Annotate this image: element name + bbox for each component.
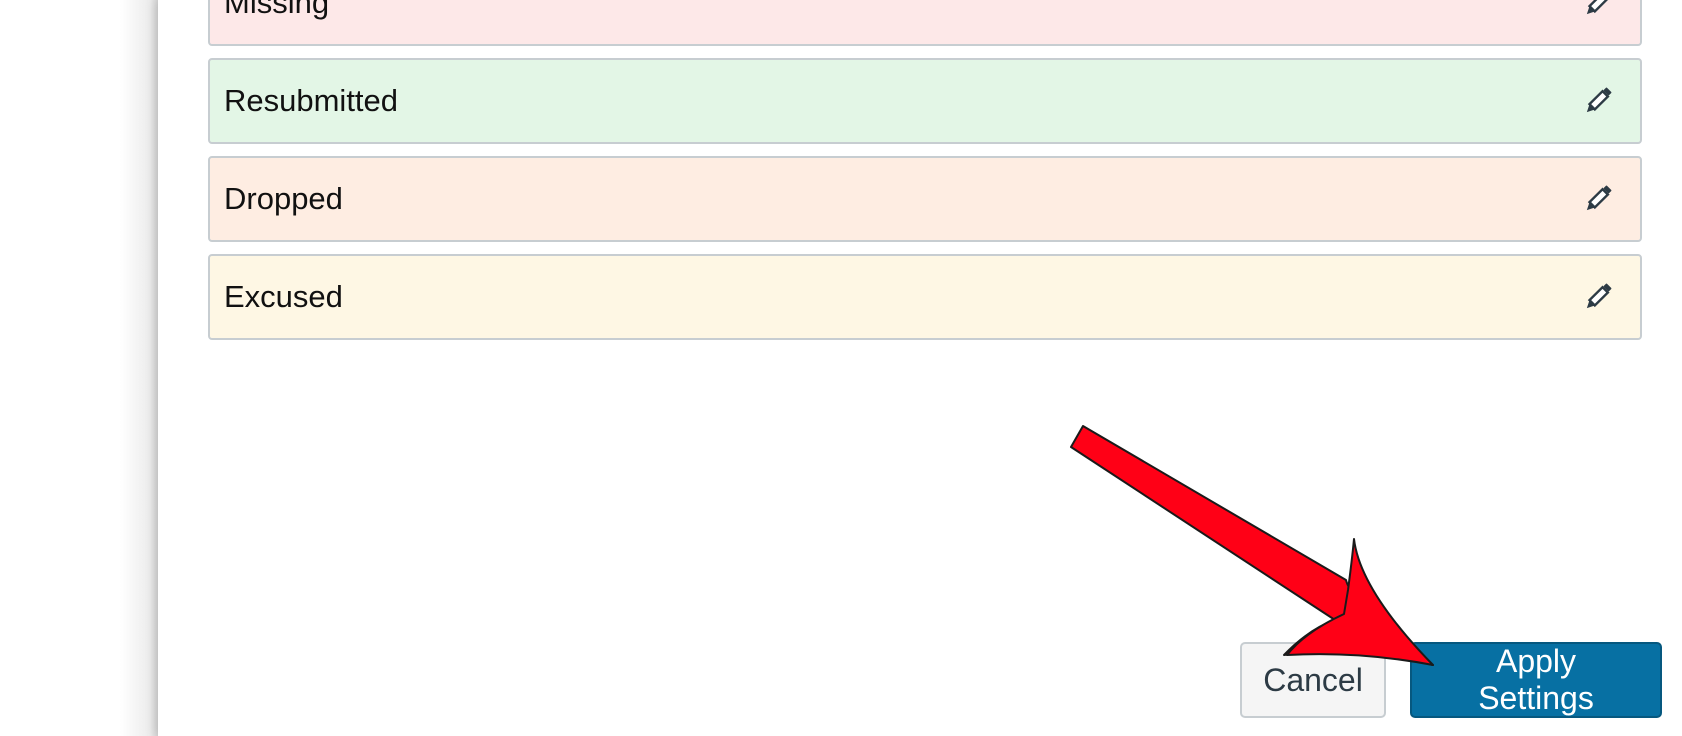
edit-excused-color-button[interactable] — [1578, 277, 1618, 317]
edit-resubmitted-color-button[interactable] — [1578, 81, 1618, 121]
page: Missing Resubmitted Dropped Excused Canc… — [0, 0, 1682, 736]
cancel-button[interactable]: Cancel — [1240, 642, 1386, 718]
pencil-icon — [1586, 185, 1612, 211]
status-label: Missing — [224, 0, 330, 20]
status-label: Dropped — [224, 181, 343, 216]
status-label: Excused — [224, 279, 343, 314]
apply-settings-button[interactable]: Apply Settings — [1410, 642, 1662, 718]
status-row-resubmitted: Resubmitted — [208, 58, 1642, 144]
edit-missing-color-button[interactable] — [1578, 0, 1618, 23]
status-row-missing: Missing — [208, 0, 1642, 46]
edit-dropped-color-button[interactable] — [1578, 179, 1618, 219]
pencil-icon — [1586, 283, 1612, 309]
tray-footer: Cancel Apply Settings — [1240, 642, 1662, 718]
status-row-excused: Excused — [208, 254, 1642, 340]
pencil-icon — [1586, 0, 1610, 15]
status-color-list: Missing Resubmitted Dropped Excused — [208, 0, 1642, 352]
status-row-dropped: Dropped — [208, 156, 1642, 242]
background-overlay — [0, 0, 158, 736]
status-label: Resubmitted — [224, 83, 399, 118]
pencil-icon — [1586, 87, 1612, 113]
